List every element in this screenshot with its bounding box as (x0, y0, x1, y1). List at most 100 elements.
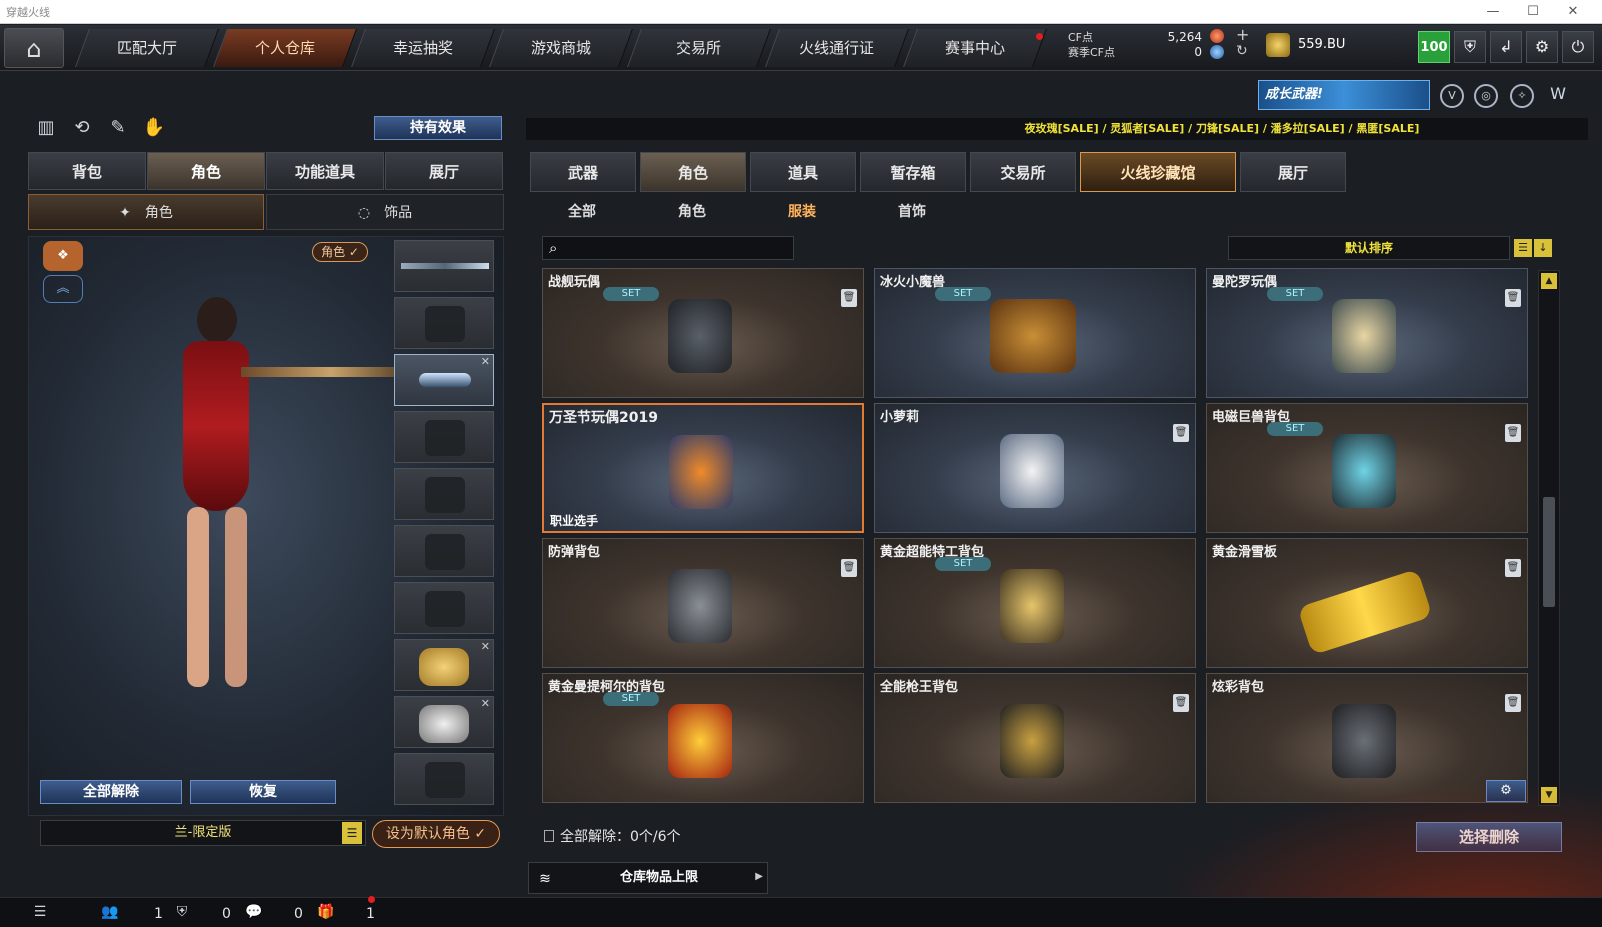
close-button[interactable]: ✕ (1556, 2, 1590, 22)
subtab-all[interactable]: 全部 (532, 198, 632, 226)
settings-gear-button[interactable]: ⚙ (1486, 780, 1526, 802)
scroll-down-icon[interactable]: ▼ (1541, 787, 1557, 803)
item-card[interactable]: 黄金曼提柯尔的背包 SET (542, 673, 864, 803)
item-card[interactable]: 黄金超能特工背包 SET (874, 538, 1196, 668)
nav-game-mall[interactable]: 游戏商城 (489, 29, 633, 67)
trash-icon[interactable]: 🗑 (1173, 424, 1189, 442)
trash-icon[interactable]: 🗑 (1505, 559, 1521, 577)
nav-lucky-draw[interactable]: 幸运抽奖 (351, 29, 495, 67)
trash-icon[interactable]: 🗑 (841, 559, 857, 577)
growth-weapon-banner[interactable]: 成长武器! (1258, 80, 1430, 110)
storage-limit-bar[interactable]: ≋ 仓库物品上限 ▶ (528, 862, 768, 894)
trash-icon[interactable]: 🗑 (1505, 424, 1521, 442)
slot-weapon[interactable] (394, 240, 494, 292)
rotate-icon[interactable]: ⟲ (70, 116, 94, 140)
item-scrollbar[interactable]: ▲ ▼ (1538, 270, 1560, 806)
item-card[interactable]: 小萝莉 🗑 (874, 403, 1196, 533)
globe-icon[interactable]: ◎ (1474, 84, 1498, 108)
tab-function-items[interactable]: 功能道具 (266, 152, 384, 190)
tab-exchange[interactable]: 交易所 (970, 152, 1076, 192)
slot-body[interactable] (394, 411, 494, 463)
item-card[interactable]: 曼陀罗玩偶 SET 🗑 (1206, 268, 1528, 398)
release-all-info[interactable]: 全部解除：0个/6个 (544, 826, 681, 846)
gift-icon[interactable]: 🎁 (316, 902, 336, 922)
subtab-accessory[interactable]: ◌ 饰品 (266, 194, 504, 230)
sort-dropdown[interactable]: 默认排序 (1228, 236, 1510, 260)
scroll-up-icon[interactable]: ▲ (1541, 273, 1557, 289)
tab-character[interactable]: 角色 (147, 152, 265, 190)
home-button[interactable]: ⌂ (4, 28, 64, 68)
slot-head[interactable] (394, 297, 494, 349)
w-logo-icon[interactable]: W (1546, 84, 1570, 108)
badge-v-icon[interactable]: V (1440, 84, 1464, 108)
item-card[interactable]: 防弹背包 🗑 (542, 538, 864, 668)
menu-list-icon[interactable]: ☰ (30, 902, 50, 922)
sort-direction-icon[interactable]: ↓ (1534, 239, 1552, 257)
item-card[interactable]: 全能枪王背包 🗑 (874, 673, 1196, 803)
restore-button[interactable]: 恢复 (190, 780, 336, 804)
nav-personal-storage[interactable]: 个人仓库 (213, 29, 357, 67)
minimize-button[interactable]: — (1476, 2, 1510, 22)
subtab-outfit[interactable]: 服装 (752, 198, 852, 226)
tab-weapons[interactable]: 武器 (530, 152, 636, 192)
nav-exchange[interactable]: 交易所 (627, 29, 771, 67)
refresh-icon[interactable]: ↻ (1236, 43, 1248, 59)
slot-extra[interactable] (394, 753, 494, 805)
tab-showroom-right[interactable]: 展厅 (1240, 152, 1346, 192)
select-delete-button[interactable]: 选择删除 (1416, 822, 1562, 852)
power-icon[interactable]: ⏻ (1562, 31, 1594, 63)
trash-icon[interactable]: 🗑 (1505, 694, 1521, 712)
trash-icon[interactable]: 🗑 (1505, 289, 1521, 307)
tab-backpack[interactable]: 背包 (28, 152, 146, 190)
trash-icon[interactable]: 🗑 (1173, 694, 1189, 712)
unequip-icon[interactable]: ✕ (481, 355, 490, 368)
item-card[interactable]: 战舰玩偶 SET 🗑 (542, 268, 864, 398)
sale-ticker[interactable]: 夜玫瑰[SALE] / 灵狐者[SALE] / 刀锋[SALE] / 潘多拉[S… (526, 118, 1588, 140)
item-card[interactable]: 黄金滑雪板 🗑 (1206, 538, 1528, 668)
faction-alt-icon[interactable]: ︽ (43, 275, 83, 303)
item-card-selected[interactable]: 万圣节玩偶2019 职业选手 (542, 403, 864, 533)
glove-icon[interactable]: ✋ (142, 116, 166, 140)
subtab-jewelry[interactable]: 首饰 (862, 198, 962, 226)
friends-icon[interactable]: 👥 (100, 902, 120, 922)
scroll-thumb[interactable] (1543, 497, 1555, 607)
tab-showroom[interactable]: 展厅 (385, 152, 503, 190)
character-name-field[interactable]: 兰-限定版 (40, 820, 366, 846)
item-card[interactable]: 炫彩背包 🗑 (1206, 673, 1528, 803)
unequip-icon[interactable]: ✕ (481, 697, 490, 710)
tab-items[interactable]: 道具 (750, 152, 856, 192)
crosshair-icon[interactable]: ✧ (1510, 84, 1534, 108)
character-edit-icon[interactable]: ✎ (106, 116, 130, 140)
chat-icon[interactable]: 💬 (244, 902, 264, 922)
tab-temp-storage[interactable]: 暂存箱 (860, 152, 966, 192)
gear-icon[interactable]: ⚙ (1526, 31, 1558, 63)
slot-glasses[interactable]: ✕ (394, 354, 494, 406)
faction-icon[interactable]: ❖ (43, 241, 83, 271)
trash-icon[interactable]: 🗑 (841, 289, 857, 307)
item-card[interactable]: 冰火小魔兽 SET (874, 268, 1196, 398)
release-all-button[interactable]: 全部解除 (40, 780, 182, 804)
maximize-button[interactable]: ☐ (1516, 2, 1550, 22)
subtab-role[interactable]: 角色 (642, 198, 742, 226)
slot-pants[interactable] (394, 582, 494, 634)
slot-pet-gold[interactable]: ✕ (394, 639, 494, 691)
shield-icon[interactable]: ⛨ (1454, 31, 1486, 63)
tab-cf-collection[interactable]: 火线珍藏馆 (1080, 152, 1236, 192)
tab-characters[interactable]: 角色 (640, 152, 746, 192)
slot-pet-silver[interactable]: ✕ (394, 696, 494, 748)
nav-match-lobby[interactable]: 匹配大厅 (75, 29, 219, 67)
hold-effect-button[interactable]: 持有效果 (374, 116, 502, 140)
slot-backpack[interactable] (394, 468, 494, 520)
item-card[interactable]: 电磁巨兽背包 SET 🗑 (1206, 403, 1528, 533)
list-menu-icon[interactable]: ☰ (342, 822, 362, 844)
search-input[interactable]: ⌕ (542, 236, 794, 260)
unequip-icon[interactable]: ✕ (481, 640, 490, 653)
add-cf-icon[interactable]: + (1236, 25, 1249, 44)
sort-list-icon[interactable]: ☰ (1514, 239, 1532, 257)
clan-shield-icon[interactable]: ⛨ (172, 902, 192, 922)
nav-event-center[interactable]: 赛事中心 (903, 29, 1047, 67)
return-icon[interactable]: ↲ (1490, 31, 1522, 63)
nav-battle-pass[interactable]: 火线通行证 (765, 29, 909, 67)
slot-armor[interactable] (394, 525, 494, 577)
set-default-character-button[interactable]: 设为默认角色 ✓ (372, 820, 500, 848)
